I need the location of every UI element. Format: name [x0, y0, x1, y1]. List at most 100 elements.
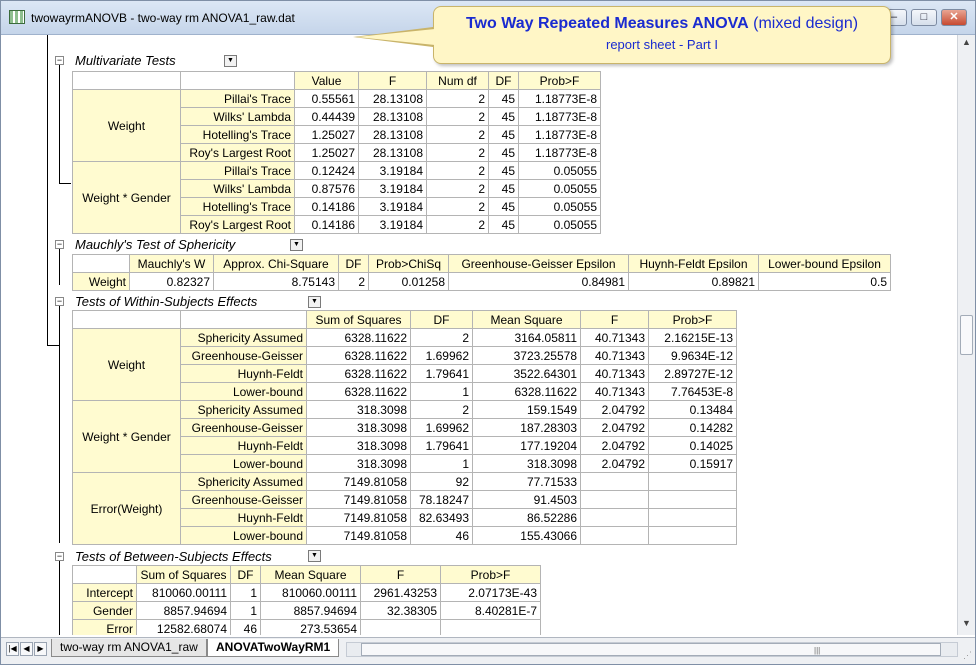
data-cell — [648, 526, 737, 545]
data-cell: 2 — [426, 143, 489, 162]
column-header: DF — [338, 254, 369, 273]
vertical-scrollbar[interactable]: ▲ ▼ — [957, 35, 975, 635]
dropdown-arrow-icon[interactable]: ▼ — [308, 550, 321, 562]
data-cell: 2 — [426, 89, 489, 108]
next-sheet-icon[interactable]: ▶ — [34, 642, 47, 656]
data-cell: 7149.81058 — [306, 472, 411, 491]
multivariate-table: Value F Num df DF Prob>F Weight Pillai's Trace… — [72, 71, 601, 234]
first-sheet-icon[interactable]: |◀ — [6, 642, 19, 656]
data-cell: 318.3098 — [306, 454, 411, 473]
data-cell: 0.89821 — [628, 272, 759, 291]
tree-line — [59, 303, 60, 543]
data-cell: 1.79641 — [410, 436, 473, 455]
tree-line — [47, 35, 48, 345]
data-cell: 77.71533 — [472, 472, 581, 491]
data-cell: 1.18773E-8 — [518, 107, 601, 126]
data-cell: 318.3098 — [472, 454, 581, 473]
dropdown-arrow-icon[interactable]: ▼ — [224, 55, 237, 67]
data-cell: 318.3098 — [306, 436, 411, 455]
data-cell: 1.18773E-8 — [518, 89, 601, 108]
callout-line2: report sheet - Part I — [606, 37, 718, 52]
data-cell: 0.82327 — [129, 272, 214, 291]
corner-cell — [180, 310, 307, 329]
data-cell: 2.04792 — [580, 400, 649, 419]
data-cell: 1.79641 — [410, 364, 473, 383]
data-cell: 1 — [410, 454, 473, 473]
column-header: Sum of Squares — [136, 565, 231, 584]
data-cell: 0.12424 — [294, 161, 359, 180]
data-cell — [440, 619, 541, 635]
data-cell: 2.04792 — [580, 454, 649, 473]
table-row: Weight 0.82327 8.75143 2 0.01258 0.84981 0.898… — [72, 272, 891, 291]
tab-raw-data[interactable]: two-way rm ANOVA1_raw — [51, 639, 207, 657]
data-cell: 2 — [426, 197, 489, 216]
data-cell: 3164.05811 — [472, 328, 581, 347]
data-cell: 3.19184 — [358, 179, 427, 198]
data-cell: 0.14186 — [294, 215, 359, 234]
group-label: Weight * Gender — [72, 400, 181, 473]
data-cell — [360, 619, 441, 635]
collapse-minus-icon[interactable]: − — [55, 297, 64, 306]
mauchly-title: Mauchly's Test of Sphericity — [75, 237, 236, 252]
row-label: Huynh-Feldt — [180, 508, 307, 527]
data-cell — [580, 490, 649, 509]
prev-sheet-icon[interactable]: ◀ — [20, 642, 33, 656]
row-label: Sphericity Assumed — [180, 472, 307, 491]
close-button[interactable]: ✕ — [941, 9, 967, 26]
scroll-thumb[interactable] — [960, 315, 973, 355]
column-header: Prob>ChiSq — [368, 254, 449, 273]
collapse-minus-icon[interactable]: − — [55, 56, 64, 65]
resize-grip-icon[interactable]: ⋰ — [963, 650, 972, 661]
tree-line — [59, 183, 71, 184]
data-cell: 6328.11622 — [306, 328, 411, 347]
table-row: Error(Weight) Sphericity Assumed 7149.8105… — [72, 472, 737, 545]
row-label: Hotelling's Trace — [180, 197, 295, 216]
row-label: Hotelling's Trace — [180, 125, 295, 144]
callout-pointer-fill — [357, 29, 435, 45]
column-header: Mauchly's W — [129, 254, 214, 273]
column-header: Sum of Squares — [306, 310, 411, 329]
data-cell: 187.28303 — [472, 418, 581, 437]
data-cell: 0.13484 — [648, 400, 737, 419]
row-label: Lower-bound — [180, 454, 307, 473]
column-header: Prob>F — [440, 565, 541, 584]
header-row: Sum of Squares DF Mean Square F Prob>F — [72, 310, 737, 329]
data-cell: 1.18773E-8 — [518, 143, 601, 162]
dropdown-arrow-icon[interactable]: ▼ — [290, 239, 303, 251]
data-cell: 318.3098 — [306, 418, 411, 437]
row-label: Huynh-Feldt — [180, 364, 307, 383]
data-cell: 2 — [426, 179, 489, 198]
group-label: Weight — [72, 89, 181, 162]
data-cell: 7.76453E-8 — [648, 382, 737, 401]
row-label: Error — [72, 619, 137, 635]
row-label: Pillai's Trace — [180, 89, 295, 108]
data-cell: 2.04792 — [580, 436, 649, 455]
data-cell: 2 — [410, 328, 473, 347]
data-cell: 0.15917 — [648, 454, 737, 473]
tree-line — [47, 345, 59, 346]
corner-cell — [72, 71, 181, 90]
row-label: Lower-bound — [180, 382, 307, 401]
collapse-minus-icon[interactable]: − — [55, 552, 64, 561]
column-header: Lower-bound Epsilon — [758, 254, 891, 273]
data-cell: 3723.25578 — [472, 346, 581, 365]
row-label: Greenhouse-Geisser — [180, 490, 307, 509]
collapse-minus-icon[interactable]: − — [55, 240, 64, 249]
data-cell: 810060.00111 — [260, 583, 361, 602]
data-cell: 6328.11622 — [306, 382, 411, 401]
data-cell: 7149.81058 — [306, 526, 411, 545]
scroll-down-icon[interactable]: ▼ — [960, 618, 973, 633]
horizontal-scrollbar[interactable]: ||| — [346, 642, 958, 657]
table-row: Gender 8857.94694 1 8857.94694 32.38305 8.402… — [72, 601, 541, 620]
tab-anova-report[interactable]: ANOVATwoWayRM1 — [207, 639, 340, 657]
window-controls: – □ ✕ — [881, 9, 967, 26]
hscroll-thumb[interactable]: ||| — [361, 643, 941, 656]
dropdown-arrow-icon[interactable]: ▼ — [308, 296, 321, 308]
restore-button[interactable]: □ — [911, 9, 937, 26]
data-cell: 0.5 — [758, 272, 891, 291]
scroll-up-icon[interactable]: ▲ — [960, 37, 973, 52]
data-cell: 1.69962 — [410, 418, 473, 437]
tree-line — [59, 560, 60, 635]
data-cell: 28.13108 — [358, 107, 427, 126]
mauchly-table: Mauchly's W Approx. Chi-Square DF Prob>ChiS… — [72, 254, 891, 291]
